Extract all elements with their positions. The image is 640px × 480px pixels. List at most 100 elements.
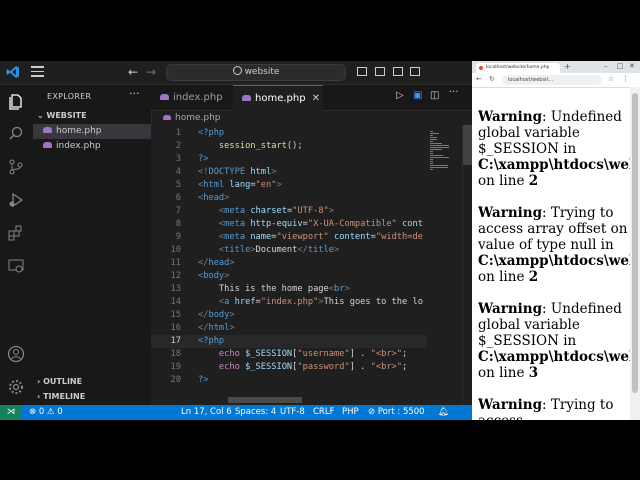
live-server-port[interactable]: ⊘ Port : 5500	[368, 405, 425, 420]
address-bar[interactable]: localhost/websit...	[502, 75, 602, 85]
forward-arrow-icon[interactable]: →	[146, 64, 156, 80]
browser-back-icon[interactable]: ←	[476, 75, 482, 83]
code-line[interactable]: 12 <body>	[151, 270, 427, 283]
run-icon[interactable]: ▷	[396, 90, 404, 101]
minimap[interactable]	[427, 125, 462, 405]
account-icon[interactable]	[7, 345, 25, 363]
code-token: http-equiv	[250, 219, 303, 229]
back-arrow-icon[interactable]: ←	[128, 64, 138, 80]
line-endings[interactable]: CRLF	[313, 405, 334, 420]
minimap-line	[430, 153, 433, 154]
command-center-search[interactable]: website	[166, 64, 346, 81]
toggle-panel-icon[interactable]	[375, 67, 385, 76]
toggle-sidebar-icon[interactable]	[357, 67, 367, 76]
code-text: <meta charset="UTF-8">	[198, 205, 334, 218]
more-actions-icon[interactable]: ···	[129, 87, 140, 100]
minimize-icon[interactable]: –	[604, 62, 608, 70]
manage-gear-icon[interactable]	[7, 378, 25, 396]
extensions-icon[interactable]	[7, 224, 25, 242]
split-editor-icon[interactable]: ◫	[430, 90, 439, 101]
editor-horizontal-scrollbar[interactable]	[228, 397, 302, 403]
code-line[interactable]: 3 ?>	[151, 153, 427, 166]
source-control-icon[interactable]	[7, 158, 25, 176]
code-line[interactable]: 7 <meta charset="UTF-8">	[151, 205, 427, 218]
minimap-line	[430, 135, 433, 136]
code-line[interactable]: 18 echo $_SESSION["username"] . "<br>";	[151, 348, 427, 361]
remote-explorer-icon[interactable]	[7, 257, 25, 275]
timeline-label: TIMELINE	[43, 392, 86, 401]
tab-home-php[interactable]: home.php ✕	[233, 85, 323, 111]
code-token: </	[198, 310, 209, 320]
code-line[interactable]: 2 session_start();	[151, 140, 427, 153]
remote-indicator-icon[interactable]: ⋊	[0, 405, 22, 420]
code-line[interactable]: 10 <title>Document</title>	[151, 244, 427, 257]
browser-scrollbar-thumb[interactable]	[632, 93, 638, 393]
run-debug-icon[interactable]	[7, 191, 25, 209]
browser-tab[interactable]: localhost/website/home.php	[476, 63, 560, 73]
code-line[interactable]: 19 echo $_SESSION["password"] . "<br>";	[151, 361, 427, 374]
browser-menu-icon[interactable]: ⋮	[622, 75, 629, 83]
explorer-icon[interactable]	[7, 93, 25, 111]
code-token: <?php	[198, 336, 225, 346]
toggle-secondary-sidebar-icon[interactable]	[393, 67, 403, 76]
browser-reload-icon[interactable]: ↻	[489, 75, 495, 83]
close-icon[interactable]: ✕	[312, 93, 320, 104]
code-line[interactable]: 17 <?php	[151, 335, 427, 348]
code-line[interactable]: 13 This is the home page<br>	[151, 283, 427, 296]
outline-section[interactable]: › OUTLINE	[37, 377, 82, 386]
code-line[interactable]: 4 <!DOCTYPE html>	[151, 166, 427, 179]
open-preview-icon[interactable]: ▣	[413, 90, 422, 101]
warning-path: C:\xampp\htdocs\website\home.php	[478, 349, 640, 365]
editor-vertical-scrollbar[interactable]	[462, 125, 472, 405]
code-line[interactable]: 11 </head>	[151, 257, 427, 270]
encoding[interactable]: UTF-8	[280, 405, 305, 420]
php-icon	[242, 95, 251, 101]
browser-scrollbar[interactable]	[630, 87, 640, 420]
breadcrumb[interactable]: home.php	[151, 111, 472, 125]
search-activity-icon[interactable]	[7, 125, 25, 143]
problems-indicator[interactable]: ⊗ 0 ⚠ 0	[29, 405, 63, 420]
bookmark-star-icon[interactable]: ☆	[608, 75, 614, 83]
cursor-position[interactable]: Ln 17, Col 6	[181, 405, 232, 420]
scrollbar-thumb[interactable]	[463, 125, 472, 165]
php-icon	[43, 142, 52, 148]
code-line[interactable]: 8 <meta http-equiv="X-UA-Compatible" con…	[151, 218, 427, 231]
customize-layout-icon[interactable]	[410, 67, 420, 76]
code-token: "en"	[255, 180, 277, 190]
code-line[interactable]: 1 <?php	[151, 127, 427, 140]
code-line[interactable]: 5 <html lang="en">	[151, 179, 427, 192]
minimap-line	[430, 157, 450, 158]
code-line[interactable]: 15 </body>	[151, 309, 427, 322]
code-token: >	[229, 258, 235, 268]
code-token: echo	[218, 349, 240, 359]
code-line[interactable]: 6 <head>	[151, 192, 427, 205]
code-token: "width=de	[375, 232, 423, 242]
close-window-icon[interactable]: ✕	[629, 62, 635, 70]
file-index-php[interactable]: index.php	[33, 139, 151, 154]
maximize-icon[interactable]: □	[617, 62, 624, 70]
code-token: br	[334, 284, 345, 294]
code-line[interactable]: 14 <a href="index.php">This goes to the …	[151, 296, 427, 309]
minimap-line	[430, 159, 434, 160]
code-text: </html>	[198, 322, 235, 335]
code-editor[interactable]: 1 <?php 2 session_start(); 3 ?> 4 <!DOCTYPE ht…	[151, 125, 427, 405]
indentation[interactable]: Spaces: 4	[235, 405, 276, 420]
tab-index-php[interactable]: index.php	[151, 85, 233, 110]
notifications-bell-icon[interactable]: 🔔︎	[438, 405, 449, 420]
timeline-section[interactable]: › TIMELINE	[37, 392, 85, 401]
menu-icon[interactable]	[31, 66, 44, 78]
code-token: </	[198, 323, 209, 333]
code-line[interactable]: 20 ?>	[151, 374, 427, 387]
code-token: content	[334, 232, 371, 242]
code-line[interactable]: 16 </html>	[151, 322, 427, 335]
new-tab-icon[interactable]: +	[564, 62, 571, 71]
file-home-php[interactable]: home.php	[33, 124, 151, 139]
line-number: 8	[175, 219, 181, 229]
folder-website[interactable]: ⌄ WEBSITE	[37, 111, 87, 120]
editor-more-icon[interactable]: ···	[449, 87, 459, 98]
code-token: html	[203, 180, 225, 190]
language-mode[interactable]: PHP	[342, 405, 359, 420]
code-line[interactable]: 9 <meta name="viewport" content="width=d…	[151, 231, 427, 244]
